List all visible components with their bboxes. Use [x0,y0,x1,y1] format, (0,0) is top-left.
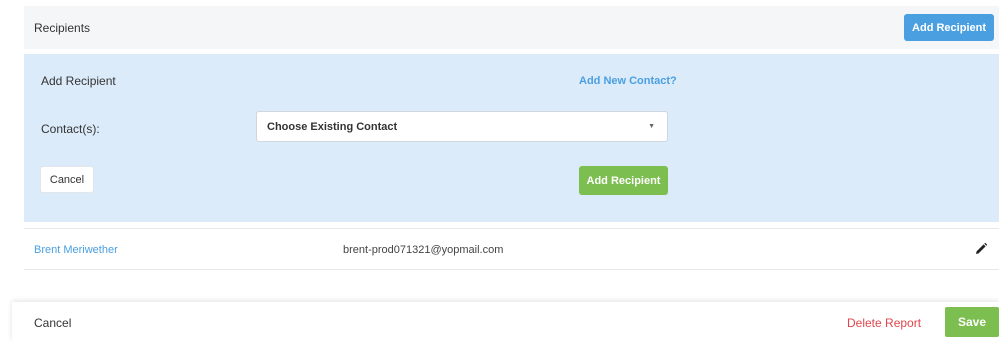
recipient-row: Brent Meriwether brent-prod071321@yopmai… [24,228,999,270]
add-recipient-panel: Add Recipient Add New Contact? Contact(s… [24,54,999,222]
recipient-name[interactable]: Brent Meriwether [34,244,118,256]
panel-add-recipient-button[interactable]: Add Recipient [579,166,668,195]
save-button[interactable]: Save [945,307,999,337]
chevron-down-icon: ▼ [648,123,655,130]
contact-select-value: Choose Existing Contact [267,120,398,133]
add-recipient-header-button[interactable]: Add Recipient [904,14,994,41]
recipients-title: Recipients [34,20,91,35]
delete-report-link[interactable]: Delete Report [847,316,921,330]
recipient-email: brent-prod071321@yopmail.com [343,244,504,256]
add-new-contact-link[interactable]: Add New Contact? [579,75,677,87]
contacts-label: Contact(s): [41,122,100,136]
contact-select[interactable]: Choose Existing Contact ▼ [256,111,668,142]
panel-cancel-button[interactable]: Cancel [40,166,94,193]
recipients-header: Recipients Add Recipient [24,6,999,49]
footer-bar: Cancel Delete Report Save [12,302,999,341]
add-recipient-panel-title: Add Recipient [41,74,116,88]
footer-cancel-link[interactable]: Cancel [34,316,71,330]
pencil-icon[interactable] [973,241,989,257]
